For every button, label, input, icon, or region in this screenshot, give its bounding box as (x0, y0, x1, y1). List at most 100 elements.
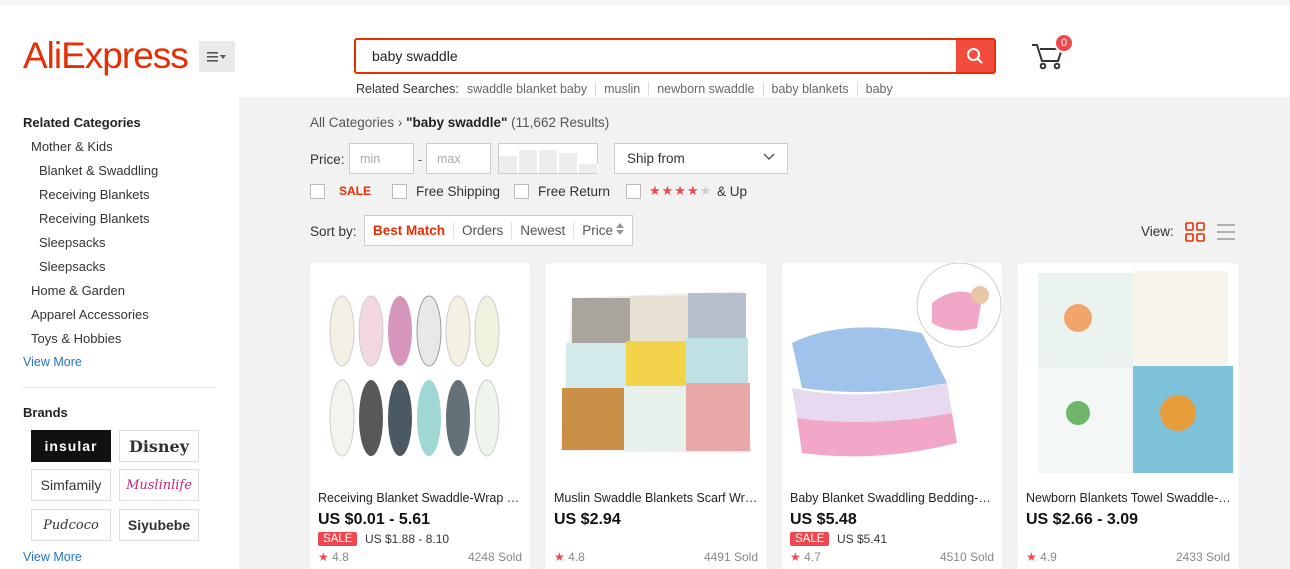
sale-badge: SALE (318, 532, 358, 546)
search-icon (967, 48, 983, 64)
product-original-price: US $1.88 - 8.10 (365, 532, 450, 546)
category-link[interactable]: Receiving Blankets (39, 187, 150, 202)
category-link[interactable]: Home & Garden (31, 283, 125, 298)
product-sold-count: 4248 Sold (467, 550, 522, 564)
related-search-link[interactable]: newborn swaddle (648, 82, 762, 96)
product-image-swaddle-wraps (310, 263, 530, 483)
brands-heading: Brands (23, 405, 68, 420)
cart-button[interactable]: 0 (1030, 33, 1076, 77)
breadcrumb-separator-icon: › (397, 115, 407, 130)
category-link[interactable]: Apparel Accessories (31, 307, 149, 322)
header: AliExpress Related Searches: swaddle bla… (0, 0, 1290, 97)
brand-disney-logo[interactable]: Disney (119, 430, 199, 462)
sale-badge: SALE (790, 532, 830, 546)
search-results-area: All Categories › "baby swaddle" (11,662 … (239, 97, 1290, 569)
category-link[interactable]: Receiving Blankets (39, 211, 150, 226)
product-original-price: US $5.41 (837, 532, 888, 546)
categories-view-more-link[interactable]: View More (23, 355, 82, 369)
free-shipping-checkbox[interactable] (392, 184, 407, 199)
product-sold-count: 4491 Sold (703, 550, 758, 564)
related-searches: Related Searches: swaddle blanket baby m… (356, 82, 901, 96)
related-searches-label: Related Searches: (356, 82, 459, 96)
category-link[interactable]: Blanket & Swaddling (39, 163, 158, 178)
category-link[interactable]: Mother & Kids (31, 139, 113, 154)
search-button[interactable] (956, 40, 994, 72)
sort-price-label: Price (582, 223, 614, 238)
sort-best-match[interactable]: Best Match (365, 222, 453, 239)
related-search-link[interactable]: muslin (595, 82, 648, 96)
product-rating: ★ 4.8 (318, 550, 349, 564)
product-card[interactable]: Baby Blanket Swaddling Bedding-Set Minky… (782, 263, 1002, 569)
product-sold-count: 4510 Sold (939, 550, 994, 564)
free-return-label: Free Return (538, 184, 611, 199)
product-price: US $0.01 - 5.61 (318, 511, 431, 528)
free-shipping-label: Free Shipping (416, 184, 501, 199)
product-price: US $2.94 (554, 511, 621, 528)
product-title[interactable]: Receiving Blanket Swaddle-Wrap Baby Slee… (318, 491, 523, 505)
star-icon: ★ (790, 550, 801, 564)
product-title[interactable]: Baby Blanket Swaddling Bedding-Set Minky… (790, 491, 995, 505)
search-bar (354, 38, 996, 74)
aliexpress-logo[interactable]: AliExpress (23, 35, 189, 77)
breadcrumb-all-categories[interactable]: All Categories (310, 115, 394, 130)
sale-checkbox[interactable] (310, 184, 325, 199)
sidebar: Related Categories Mother & Kids Blanket… (0, 97, 239, 569)
brand-pudcoco-logo[interactable]: Pudcoco (31, 509, 111, 541)
grid-view-icon[interactable] (1185, 222, 1205, 242)
menu-icon (207, 51, 226, 62)
category-link[interactable]: Sleepsacks (39, 235, 105, 250)
sort-price[interactable]: Price (573, 222, 632, 239)
sidebar-divider (23, 387, 216, 388)
price-histogram-bar (539, 150, 558, 173)
product-image-minky-blankets (782, 263, 1002, 483)
product-card[interactable]: Newborn Blankets Towel Swaddle-Wrap Musl… (1018, 263, 1238, 569)
price-histogram-bar (559, 153, 578, 173)
price-histogram-bar (579, 164, 598, 173)
product-title[interactable]: Newborn Blankets Towel Swaddle-Wrap Musl… (1026, 491, 1231, 505)
rating-filter-stars-icon: ★★★★★ (649, 183, 713, 198)
price-histogram-bar (519, 150, 538, 173)
price-filter-label: Price: (310, 152, 345, 167)
brand-muslinlife-logo[interactable]: Muslinlife (119, 469, 199, 501)
category-link[interactable]: Toys & Hobbies (31, 331, 121, 346)
brand-simfamily-logo[interactable]: Simfamily (31, 469, 111, 501)
price-histogram-bar (499, 156, 518, 173)
ship-from-label: Ship from (627, 151, 685, 166)
sort-options: Best Match Orders Newest Price (364, 215, 634, 246)
rating-filter-label: & Up (717, 184, 748, 199)
chevron-down-icon (763, 153, 775, 160)
ship-from-dropdown[interactable]: Ship from (614, 143, 788, 174)
cart-count-badge: 0 (1054, 33, 1074, 53)
sale-filter-label: SALE (339, 184, 372, 198)
sort-newest[interactable]: Newest (511, 222, 573, 239)
product-title[interactable]: Muslin Swaddle Blankets Scarf Wrap Cotto… (554, 491, 759, 505)
related-search-link[interactable]: baby blankets (762, 82, 857, 96)
product-image-muslin-blankets (546, 263, 766, 483)
sort-orders[interactable]: Orders (453, 222, 511, 239)
rating-filter-checkbox[interactable] (626, 184, 641, 199)
related-categories-heading: Related Categories (23, 115, 141, 130)
category-link[interactable]: Sleepsacks (39, 259, 105, 274)
product-rating: ★ 4.8 (554, 550, 585, 564)
price-distribution-histogram[interactable] (498, 143, 598, 174)
product-price: US $2.66 - 3.09 (1026, 511, 1139, 528)
product-price: US $5.48 (790, 511, 857, 528)
price-max-input[interactable]: max (426, 143, 491, 174)
search-input[interactable] (356, 40, 956, 72)
list-view-icon[interactable] (1216, 222, 1236, 242)
related-search-link[interactable]: swaddle blanket baby (467, 82, 595, 96)
brands-view-more-link[interactable]: View More (23, 550, 82, 564)
category-menu-button[interactable] (199, 41, 235, 72)
brand-siyubebe-logo[interactable]: Siyubebe (119, 509, 199, 541)
related-search-link[interactable]: baby (856, 82, 901, 96)
price-min-input[interactable]: min (349, 143, 414, 174)
product-card[interactable]: Receiving Blanket Swaddle-Wrap Baby Slee… (310, 263, 530, 569)
product-rating: ★ 4.9 (1026, 550, 1057, 564)
product-sold-count: 2433 Sold (1175, 550, 1230, 564)
star-icon: ★ (318, 550, 329, 564)
brand-insular-logo[interactable]: insular (31, 430, 111, 462)
sort-arrows-icon (616, 223, 625, 235)
breadcrumb: All Categories › "baby swaddle" (11,662 … (310, 115, 609, 130)
free-return-checkbox[interactable] (514, 184, 529, 199)
product-card[interactable]: Muslin Swaddle Blankets Scarf Wrap Cotto… (546, 263, 766, 569)
